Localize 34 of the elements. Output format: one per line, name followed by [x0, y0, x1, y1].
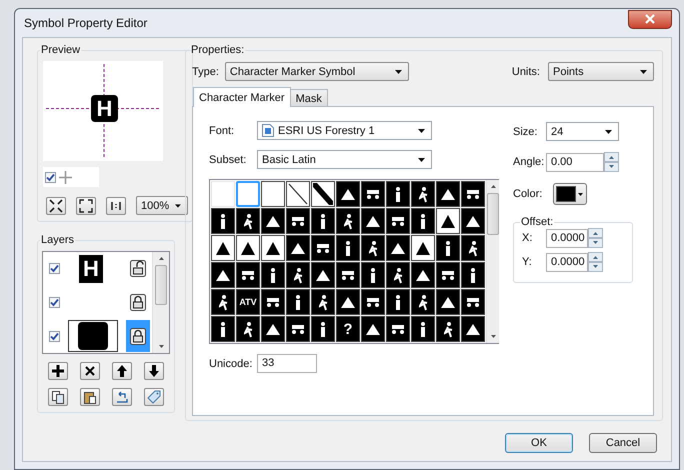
dialog-button[interactable]: OK — [505, 433, 573, 453]
type-dropdown[interactable]: Character Marker Symbol — [224, 62, 409, 81]
field-label: Subset: — [209, 154, 248, 166]
offset-y-field[interactable]: 0.0000 — [546, 252, 588, 272]
group-label: Properties: — [190, 44, 246, 56]
field-label: Unicode: — [209, 358, 254, 370]
glyph-cell[interactable]: ? — [336, 316, 360, 342]
size-dropdown[interactable]: 24 — [546, 122, 619, 141]
window-title: Symbol Property Editor — [23, 16, 148, 30]
group-label: Layers — [40, 234, 76, 246]
layer-row[interactable]: H — [43, 252, 152, 286]
glyph-cell[interactable]: ATV — [236, 289, 260, 315]
group-label: Preview — [40, 44, 82, 56]
zoom-dropdown[interactable]: 100% — [136, 196, 188, 215]
unicode-field[interactable]: 33 — [257, 354, 317, 373]
field-label: Type: — [192, 66, 219, 78]
tab[interactable]: Character Marker — [193, 87, 291, 107]
angle-field[interactable]: 0.00 — [546, 152, 604, 172]
field-label: Font: — [209, 124, 236, 136]
field-label: Color: — [513, 188, 544, 200]
layer-preview: H — [79, 254, 103, 283]
offset-x-field[interactable]: 0.0000 — [546, 228, 588, 248]
field-label: Size: — [513, 126, 538, 138]
field-label: Units: — [512, 66, 540, 78]
tab[interactable]: Mask — [290, 89, 328, 106]
group-label: Offset: — [520, 216, 554, 228]
units-dropdown[interactable]: Points — [548, 62, 654, 81]
font-dropdown[interactable]: ESRI US Forestry 1 — [257, 121, 432, 140]
symbol-preview: H — [91, 95, 118, 122]
field-label: Angle: — [513, 156, 546, 168]
subset-dropdown[interactable]: Basic Latin — [257, 150, 432, 169]
field-label: X: — [522, 232, 534, 244]
field-label: Y: — [522, 256, 533, 268]
dialog-button[interactable]: Cancel — [589, 433, 657, 453]
